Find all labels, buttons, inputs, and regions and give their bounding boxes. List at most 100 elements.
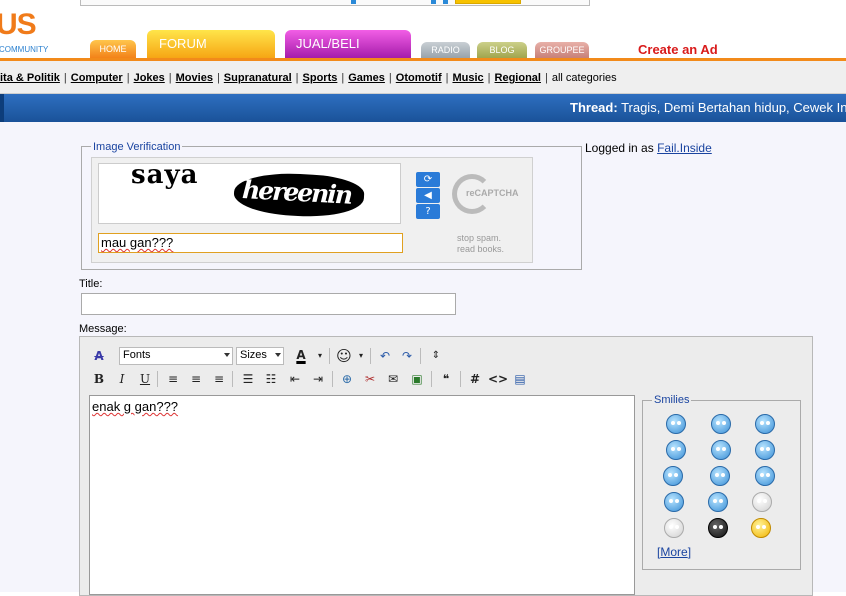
- top-strip: [80, 0, 590, 6]
- smiley-icon[interactable]: [755, 466, 775, 486]
- tab-home[interactable]: HOME: [90, 40, 136, 59]
- tab-jual-beli[interactable]: JUAL/BELI: [285, 30, 411, 59]
- category-link[interactable]: Supranatural: [224, 72, 292, 84]
- php-icon[interactable]: ▤: [511, 370, 529, 388]
- align-right-icon[interactable]: ≡: [210, 370, 228, 388]
- category-link[interactable]: Games: [348, 72, 385, 84]
- category-link[interactable]: Otomotif: [396, 72, 442, 84]
- strip-marker: [443, 0, 448, 4]
- smilies-more-link[interactable]: [More]: [657, 545, 691, 559]
- recaptcha-logo-text: reCAPTCHA: [466, 188, 519, 198]
- refresh-icon[interactable]: ⟳: [416, 172, 440, 187]
- remove-format-icon[interactable]: A: [90, 347, 108, 365]
- message-textarea[interactable]: enak g gan???: [89, 395, 635, 595]
- sizes-dropdown[interactable]: Sizes: [236, 347, 284, 365]
- toolbar-separator: [460, 371, 461, 387]
- redo-icon[interactable]: ↷: [398, 347, 416, 365]
- align-left-icon[interactable]: ≡: [164, 370, 182, 388]
- smiley-icon[interactable]: [711, 440, 731, 460]
- tab-groupee[interactable]: GROUPEE: [535, 42, 589, 59]
- message-label: Message:: [79, 323, 127, 335]
- tab-forum[interactable]: FORUM: [147, 30, 275, 59]
- logo-subtext: COMMUNITY: [0, 45, 49, 54]
- toolbar-separator: [420, 348, 421, 364]
- hash-icon[interactable]: #: [466, 370, 484, 388]
- strip-marker: [431, 0, 436, 4]
- smiley-icon[interactable]: [666, 440, 686, 460]
- align-center-icon[interactable]: ≡: [187, 370, 205, 388]
- category-link[interactable]: Music: [452, 72, 483, 84]
- chevron-down-icon[interactable]: ▾: [352, 347, 370, 365]
- toolbar-separator: [431, 371, 432, 387]
- captcha-input[interactable]: mau gan???: [98, 233, 403, 253]
- tab-radio[interactable]: RADIO: [421, 42, 470, 59]
- indent-icon[interactable]: ⇥: [309, 370, 327, 388]
- image-verification-legend: Image Verification: [91, 141, 183, 153]
- tab-blog[interactable]: BLOG: [477, 42, 527, 59]
- category-link[interactable]: Regional: [495, 72, 541, 84]
- smiley-icon[interactable]: ☺: [335, 347, 353, 365]
- category-link[interactable]: Sports: [303, 72, 338, 84]
- smiley-icon[interactable]: [663, 466, 683, 486]
- smiley-icon[interactable]: [755, 414, 775, 434]
- category-link[interactable]: ita & Politik: [0, 72, 60, 84]
- fonts-dropdown[interactable]: Fonts: [119, 347, 233, 365]
- smiley-icon[interactable]: [666, 414, 686, 434]
- captcha-image: saya hereenin: [98, 163, 401, 224]
- captcha-word: saya: [131, 163, 199, 190]
- category-bar: ita & Politik | Computer | Jokes | Movies | Supr…: [0, 61, 846, 94]
- toolbar-separator: [329, 348, 330, 364]
- thread-title: Tragis, Demi Bertahan hidup, Cewek In: [621, 100, 846, 115]
- italic-icon[interactable]: I: [113, 370, 131, 388]
- create-ad-link[interactable]: Create an Ad: [638, 42, 718, 57]
- title-input[interactable]: [81, 293, 456, 315]
- category-link[interactable]: Computer: [71, 72, 123, 84]
- smiley-icon[interactable]: [752, 492, 772, 512]
- smiley-icon[interactable]: [708, 492, 728, 512]
- quote-icon[interactable]: ❝: [437, 370, 455, 388]
- help-icon[interactable]: ?: [416, 204, 440, 219]
- unlink-icon[interactable]: ✂: [361, 370, 379, 388]
- email-icon[interactable]: ✉: [384, 370, 402, 388]
- recaptcha-slogan: stop spam. read books.: [457, 233, 505, 254]
- link-icon[interactable]: ⊕: [338, 370, 356, 388]
- captcha-word: hereenin: [241, 175, 352, 210]
- username-link[interactable]: Fail.Inside: [657, 141, 712, 155]
- site-logo[interactable]: US COMMUNITY: [0, 8, 50, 58]
- smiley-icon[interactable]: [664, 492, 684, 512]
- toolbar-separator: [370, 348, 371, 364]
- captcha-word-blob: hereenin: [232, 170, 366, 220]
- thread-label: Thread:: [570, 100, 618, 115]
- image-icon[interactable]: ▣: [408, 370, 426, 388]
- strip-marker: [351, 0, 356, 4]
- logo-text: US: [0, 8, 37, 41]
- toolbar-separator: [232, 371, 233, 387]
- resize-icon[interactable]: ⇕: [427, 347, 445, 365]
- underline-icon[interactable]: U: [136, 370, 154, 388]
- smiley-icon[interactable]: [710, 466, 730, 486]
- smiley-icon[interactable]: [755, 440, 775, 460]
- ordered-list-icon[interactable]: ☰: [239, 370, 257, 388]
- category-link[interactable]: Movies: [176, 72, 213, 84]
- smiley-icon[interactable]: [664, 518, 684, 538]
- chevron-down-icon[interactable]: ▾: [311, 347, 329, 365]
- thread-bar: Thread: Tragis, Demi Bertahan hidup, Cew…: [0, 94, 846, 122]
- login-prefix: Logged in as: [585, 141, 654, 155]
- bold-icon[interactable]: B: [90, 370, 108, 388]
- outdent-icon[interactable]: ⇤: [286, 370, 304, 388]
- audio-icon[interactable]: ◀: [416, 188, 440, 203]
- all-categories-link[interactable]: all categories: [552, 72, 617, 84]
- category-link[interactable]: Jokes: [134, 72, 165, 84]
- toolbar-separator: [332, 371, 333, 387]
- smiley-icon[interactable]: [711, 414, 731, 434]
- undo-icon[interactable]: ↶: [376, 347, 394, 365]
- strip-button[interactable]: [455, 0, 521, 4]
- code-icon[interactable]: <>: [488, 370, 508, 388]
- unordered-list-icon[interactable]: ☷: [262, 370, 280, 388]
- smiley-icon[interactable]: [708, 518, 728, 538]
- smiley-icon[interactable]: [751, 518, 771, 538]
- chevron-down-icon: [275, 353, 281, 357]
- toolbar-separator: [157, 371, 158, 387]
- title-label: Title:: [79, 278, 103, 290]
- text-color-icon[interactable]: A: [292, 346, 310, 364]
